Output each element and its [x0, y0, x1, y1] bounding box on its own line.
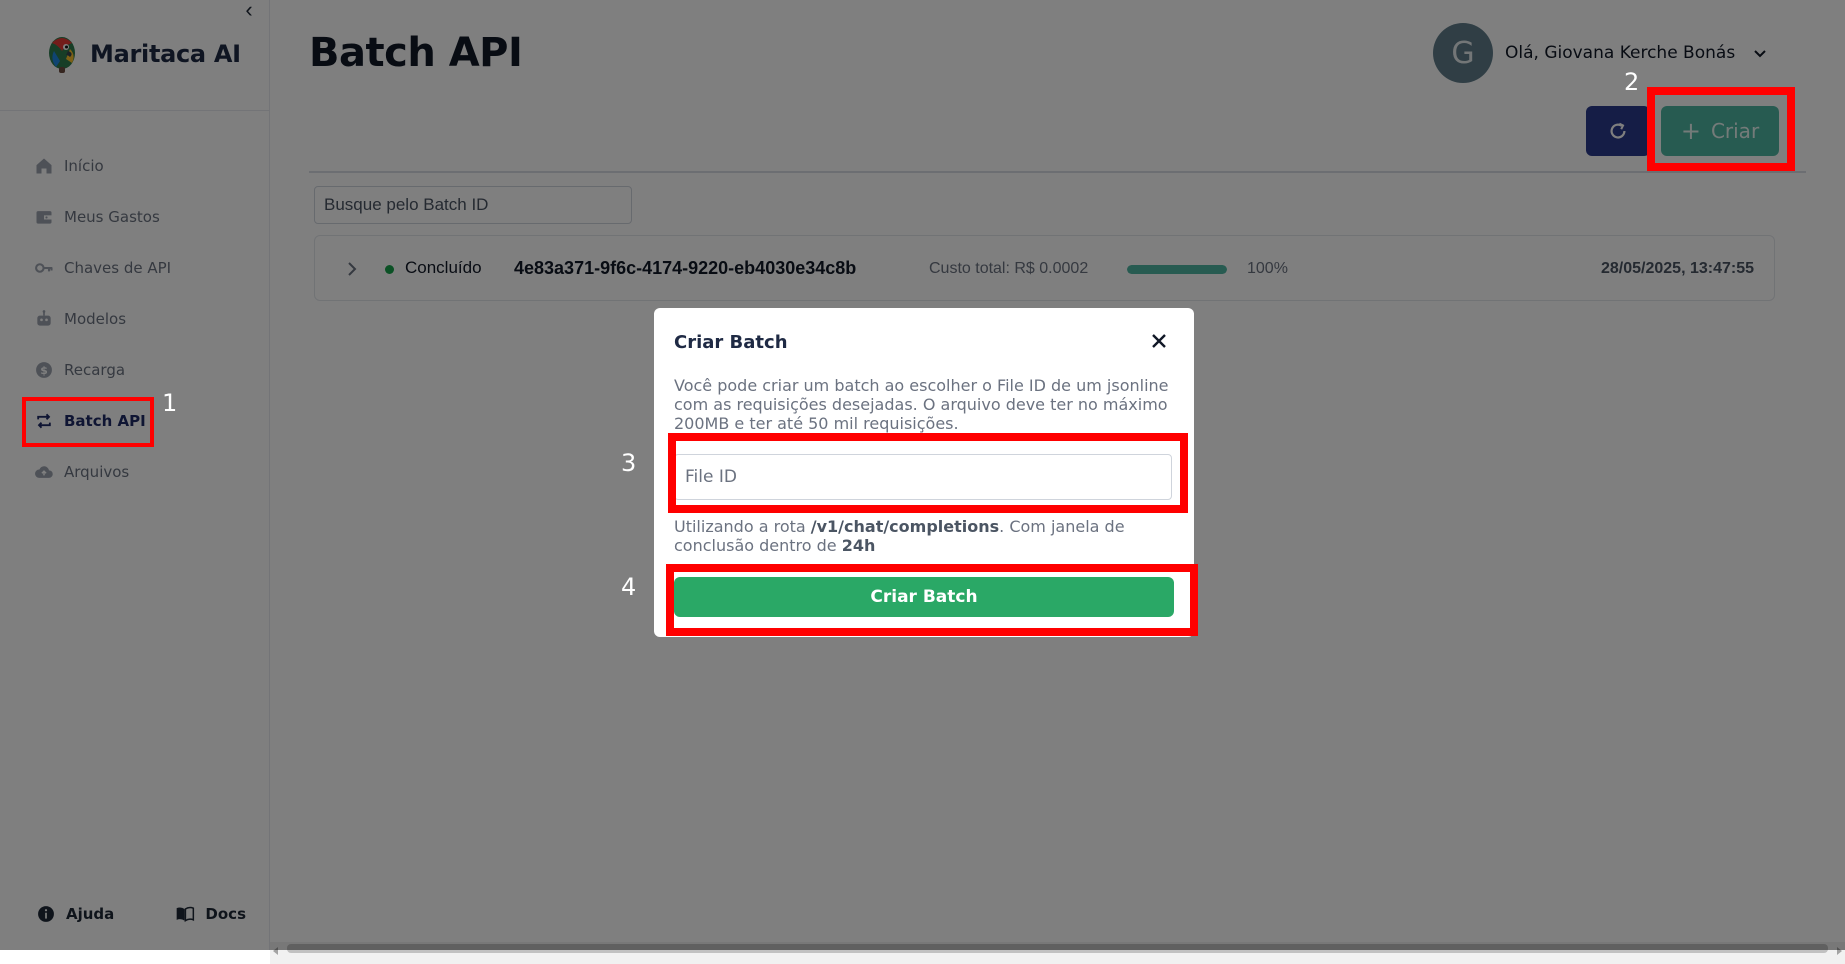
modal-title: Criar Batch [674, 332, 788, 353]
annotation-marker-3: 3 [621, 449, 637, 477]
create-batch-modal: Criar Batch Você pode criar um batch ao … [654, 308, 1194, 637]
annotation-marker-2: 2 [1624, 68, 1640, 96]
note-prefix: Utilizando a rota [674, 517, 811, 536]
annotation-marker-4: 4 [621, 573, 637, 601]
modal-note: Utilizando a rota /v1/chat/completions. … [674, 517, 1174, 555]
submit-batch-button[interactable]: Criar Batch [674, 577, 1174, 617]
modal-description: Você pode criar um batch ao escolher o F… [674, 376, 1169, 433]
close-icon [1152, 334, 1166, 348]
note-route: /v1/chat/completions [810, 517, 1000, 536]
file-id-input[interactable] [674, 454, 1172, 500]
annotation-marker-1: 1 [162, 389, 178, 417]
close-button[interactable] [1146, 328, 1172, 354]
note-window: 24h [841, 536, 876, 555]
